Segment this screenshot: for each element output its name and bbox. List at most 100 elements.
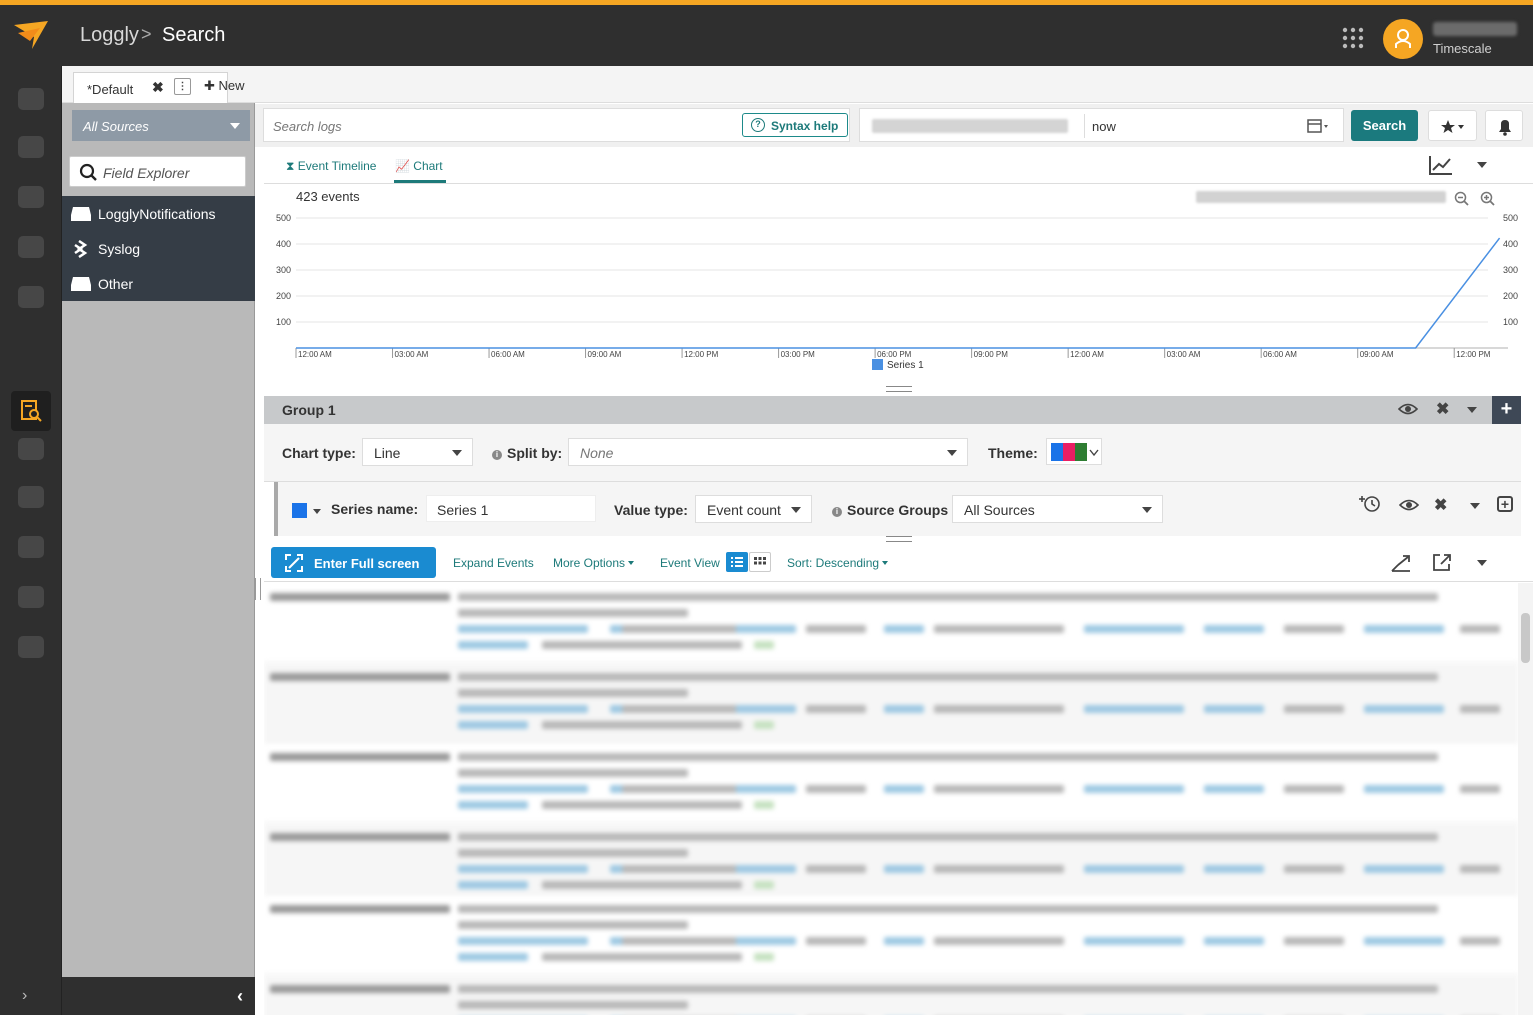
solarwinds-logo[interactable] bbox=[12, 19, 52, 51]
add-group-button[interactable]: + bbox=[1492, 396, 1521, 424]
chart-settings-icon[interactable] bbox=[1428, 154, 1454, 176]
source-item-syslog[interactable]: Syslog bbox=[62, 231, 255, 266]
tab-menu-icon[interactable]: ⋮ bbox=[174, 78, 191, 95]
chevron-down-icon[interactable] bbox=[1467, 407, 1477, 413]
event-text-redacted bbox=[754, 721, 774, 729]
y-tick-label-left: 400 bbox=[276, 239, 291, 249]
series-color-swatch[interactable] bbox=[292, 503, 307, 518]
nav-reports-icon[interactable] bbox=[18, 236, 44, 258]
add-series-button[interactable]: + bbox=[1497, 496, 1513, 512]
nav-home-icon[interactable] bbox=[18, 88, 44, 110]
nav-help-icon[interactable] bbox=[18, 636, 44, 658]
event-count: 423 events bbox=[296, 189, 360, 204]
enter-full-screen-button[interactable]: Enter Full screen bbox=[271, 547, 436, 578]
time-to-value[interactable]: now bbox=[1092, 119, 1116, 134]
syntax-help-button[interactable]: ? Syntax help bbox=[742, 113, 848, 137]
line-chart[interactable]: 100 100 200 200 300 300 400 400 500 500 12:00 AM 03… bbox=[264, 185, 1533, 385]
zoom-in-icon[interactable] bbox=[1480, 191, 1496, 207]
time-range-picker[interactable]: now bbox=[859, 108, 1344, 142]
calendar-icon[interactable] bbox=[1307, 117, 1333, 135]
apps-grid-icon[interactable] bbox=[1341, 26, 1365, 50]
close-icon[interactable]: ✖ bbox=[152, 79, 164, 96]
scrollbar-thumb[interactable] bbox=[1521, 613, 1530, 663]
event-text-redacted bbox=[1084, 625, 1184, 633]
breadcrumb-app[interactable]: Loggly bbox=[80, 24, 139, 47]
sidebar-resize-handle[interactable] bbox=[255, 578, 261, 600]
nav-derived-fields-icon[interactable] bbox=[18, 486, 44, 508]
chevron-down-icon[interactable] bbox=[1477, 162, 1487, 168]
expand-nav-icon[interactable]: › bbox=[22, 987, 27, 1005]
nav-settings-icon[interactable] bbox=[18, 586, 44, 608]
event-text-redacted bbox=[884, 625, 924, 633]
sort-dropdown[interactable]: Sort: Descending bbox=[787, 556, 889, 570]
series-line bbox=[296, 237, 1501, 349]
source-groups-select[interactable]: All Sources bbox=[952, 495, 1163, 523]
event-text-redacted bbox=[270, 905, 450, 913]
close-icon[interactable]: ✖ bbox=[1436, 399, 1449, 419]
event-row[interactable] bbox=[264, 975, 1518, 1015]
series-row: Series name: Series 1 Value type: Event … bbox=[274, 482, 1521, 536]
search-input[interactable]: Search logs ? Syntax help bbox=[263, 108, 850, 142]
events-scrollbar[interactable] bbox=[1518, 583, 1533, 1015]
event-text-redacted bbox=[1284, 785, 1344, 793]
zoom-out-icon[interactable] bbox=[1454, 191, 1470, 207]
chevron-down-icon[interactable] bbox=[1470, 503, 1480, 509]
eye-icon[interactable] bbox=[1398, 402, 1418, 416]
search-button[interactable]: Search bbox=[1351, 110, 1418, 141]
value-type-select[interactable]: Event count bbox=[695, 495, 812, 523]
share-icon[interactable] bbox=[1390, 553, 1412, 573]
user-avatar[interactable] bbox=[1383, 19, 1423, 59]
tab-event-timeline[interactable]: ⧗ Event Timeline bbox=[286, 159, 376, 174]
all-sources-select[interactable]: All Sources bbox=[72, 110, 250, 141]
chevron-down-icon[interactable] bbox=[1477, 560, 1487, 566]
event-text-redacted bbox=[458, 673, 1438, 681]
alerts-button[interactable] bbox=[1485, 110, 1523, 141]
favorites-button[interactable] bbox=[1428, 110, 1477, 141]
tab-chart[interactable]: 📈 Chart bbox=[395, 159, 443, 173]
chevron-down-icon[interactable] bbox=[313, 509, 321, 514]
event-text-redacted bbox=[542, 801, 742, 809]
event-text-redacted bbox=[270, 985, 450, 993]
grid-view-toggle[interactable] bbox=[749, 552, 771, 572]
nav-live-tail-icon[interactable] bbox=[18, 438, 44, 460]
event-row[interactable] bbox=[264, 583, 1518, 663]
event-text-redacted bbox=[458, 833, 1438, 841]
nav-source-setup-icon[interactable] bbox=[18, 536, 44, 558]
nav-alerts-icon[interactable] bbox=[18, 186, 44, 208]
event-row[interactable] bbox=[264, 743, 1518, 823]
collapse-sidebar-icon[interactable]: ‹ bbox=[237, 986, 243, 1007]
event-text-redacted bbox=[1204, 785, 1264, 793]
chart-resize-handle[interactable] bbox=[886, 386, 912, 392]
list-view-toggle[interactable] bbox=[726, 552, 748, 572]
field-explorer-button[interactable]: Field Explorer bbox=[69, 156, 246, 187]
event-text-redacted bbox=[1084, 937, 1184, 945]
new-tab-button[interactable]: ✚ New bbox=[204, 78, 245, 94]
org-name[interactable]: Timescale bbox=[1433, 41, 1492, 56]
panel-resize-handle[interactable] bbox=[886, 536, 912, 542]
event-row[interactable] bbox=[264, 663, 1518, 743]
close-icon[interactable]: ✖ bbox=[1434, 495, 1447, 515]
eye-icon[interactable] bbox=[1399, 498, 1419, 512]
split-by-select[interactable]: None bbox=[568, 438, 968, 466]
source-item-logglynotifications[interactable]: LogglyNotifications bbox=[62, 196, 255, 231]
chevron-down-icon bbox=[1089, 449, 1099, 457]
export-icon[interactable] bbox=[1432, 552, 1452, 572]
user-name-redacted[interactable] bbox=[1433, 22, 1517, 36]
event-text-redacted bbox=[1284, 937, 1344, 945]
event-text-redacted bbox=[806, 785, 866, 793]
chart-type-select[interactable]: Line bbox=[362, 438, 473, 466]
source-item-other[interactable]: Other bbox=[62, 266, 255, 301]
info-icon: i bbox=[492, 450, 502, 460]
event-row[interactable] bbox=[264, 895, 1518, 975]
more-options-dropdown[interactable]: More Options bbox=[553, 556, 635, 570]
add-alert-icon[interactable] bbox=[1358, 494, 1382, 514]
nav-metrics-icon[interactable] bbox=[18, 286, 44, 308]
sidebar-footer: ‹ bbox=[62, 977, 255, 1015]
nav-dashboards-icon[interactable] bbox=[18, 136, 44, 158]
expand-events-link[interactable]: Expand Events bbox=[453, 556, 534, 570]
time-from-redacted[interactable] bbox=[872, 119, 1068, 133]
theme-select[interactable] bbox=[1046, 438, 1102, 465]
event-row[interactable] bbox=[264, 823, 1518, 895]
event-text-redacted bbox=[542, 721, 742, 729]
series-name-input[interactable]: Series 1 bbox=[426, 495, 596, 522]
